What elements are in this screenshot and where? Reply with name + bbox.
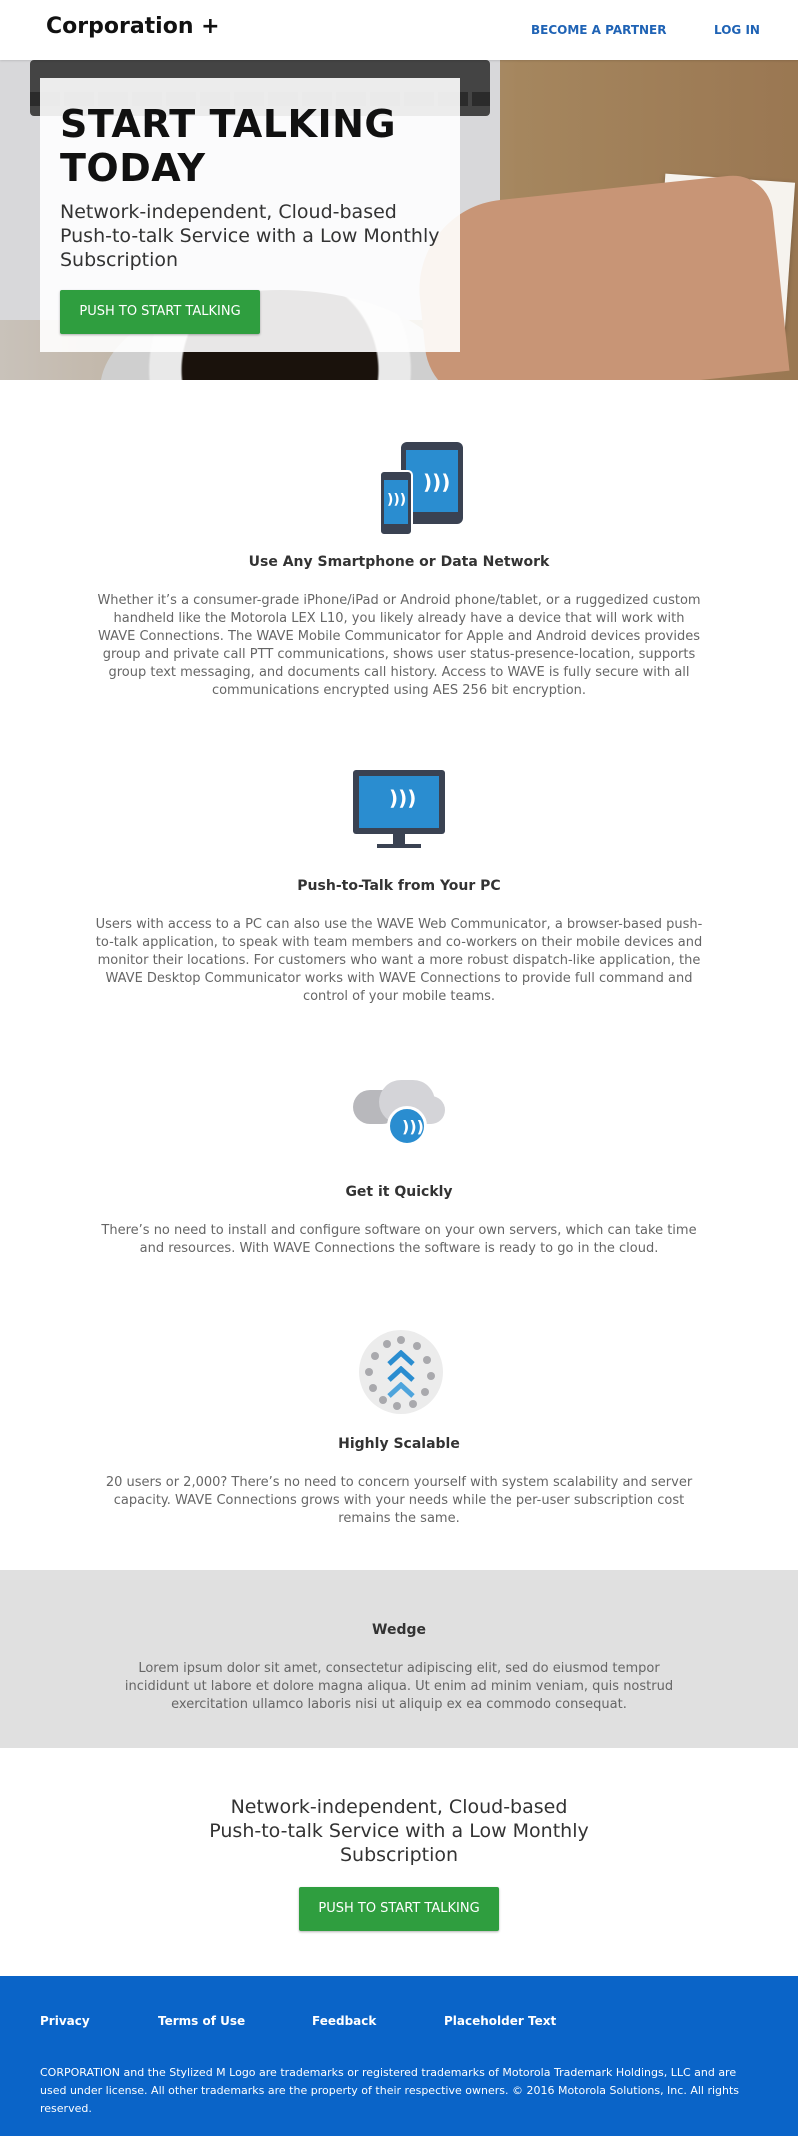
hero-start-talking-button[interactable]: PUSH TO START TALKING	[60, 290, 260, 334]
cta-text: Network-independent, Cloud-based Push-to…	[209, 1796, 589, 1866]
logo[interactable]: Corporation +	[46, 14, 220, 39]
feature-quick: ))) Get it Quickly There’s no need to in…	[0, 1070, 798, 1258]
hero-title: START TALKING TODAY	[60, 102, 397, 190]
wedge-text: Lorem ipsum dolor sit amet, consectetur …	[124, 1661, 674, 1712]
cta-start-talking-button[interactable]: PUSH TO START TALKING	[299, 1887, 499, 1931]
hero-subtitle: Network-independent, Cloud-based Push-to…	[60, 201, 440, 271]
hero-card: START TALKING TODAY Network-independent,…	[40, 78, 460, 352]
site-header: Corporation + BECOME A PARTNER LOG IN	[0, 0, 798, 60]
footer-link-placeholder[interactable]: Placeholder Text	[444, 2014, 556, 2028]
footer-link-terms[interactable]: Terms of Use	[158, 2014, 245, 2028]
footer-link-privacy[interactable]: Privacy	[40, 2014, 90, 2028]
feature-title: Highly Scalable	[338, 1436, 460, 1452]
feature-smartphone: ))) ))) Use Any Smartphone or Data Netwo…	[0, 440, 798, 700]
feature-description: Users with access to a PC can also use t…	[95, 917, 703, 1004]
monitor-icon: )))	[349, 764, 449, 864]
feature-description: Whether it’s a consumer-grade iPhone/iPa…	[97, 593, 701, 698]
site-footer: Privacy Terms of Use Feedback Placeholde…	[0, 1976, 798, 2136]
footer-link-feedback[interactable]: Feedback	[312, 2014, 376, 2028]
feature-description: 20 users or 2,000? There’s no need to co…	[105, 1475, 693, 1526]
feature-scalable: Highly Scalable 20 users or 2,000? There…	[0, 1322, 798, 1528]
wedge-title: Wedge	[372, 1622, 426, 1638]
feature-title: Use Any Smartphone or Data Network	[248, 554, 550, 570]
hero-banner: START TALKING TODAY Network-independent,…	[0, 60, 798, 380]
feature-pc: ))) Push-to-Talk from Your PC Users with…	[0, 764, 798, 1006]
footer-legal-text: CORPORATION and the Stylized M Logo are …	[40, 2066, 740, 2115]
scalable-icon	[349, 1322, 449, 1422]
become-partner-link[interactable]: BECOME A PARTNER	[531, 23, 666, 37]
feature-description: There’s no need to install and configure…	[101, 1223, 697, 1256]
feature-title: Get it Quickly	[345, 1184, 453, 1200]
login-link[interactable]: LOG IN	[714, 23, 760, 37]
wedge-section: Wedge Lorem ipsum dolor sit amet, consec…	[0, 1570, 798, 1748]
cta-section: Network-independent, Cloud-based Push-to…	[0, 1795, 798, 1931]
cloud-icon: )))	[349, 1070, 449, 1170]
smartphone-tablet-icon: ))) )))	[349, 440, 463, 540]
feature-title: Push-to-Talk from Your PC	[297, 878, 501, 894]
